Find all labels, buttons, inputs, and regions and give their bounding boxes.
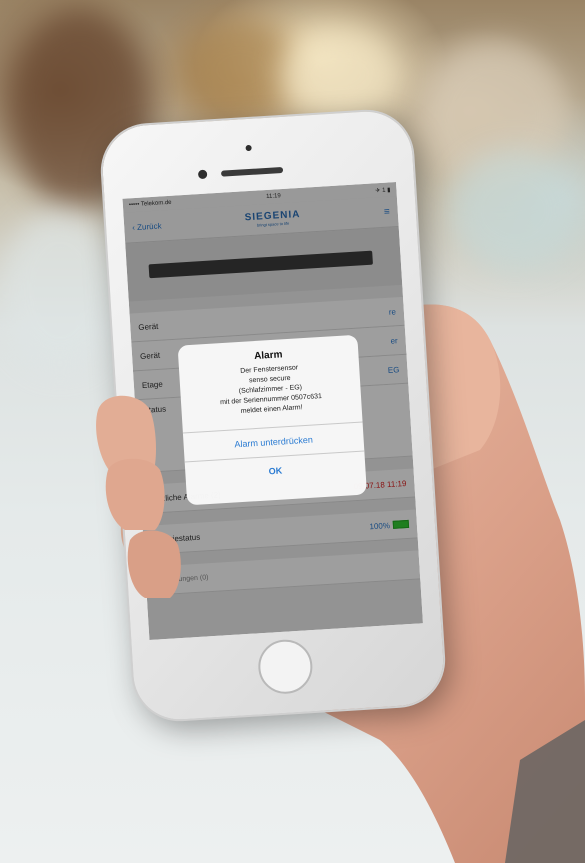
thumb — [96, 395, 181, 598]
